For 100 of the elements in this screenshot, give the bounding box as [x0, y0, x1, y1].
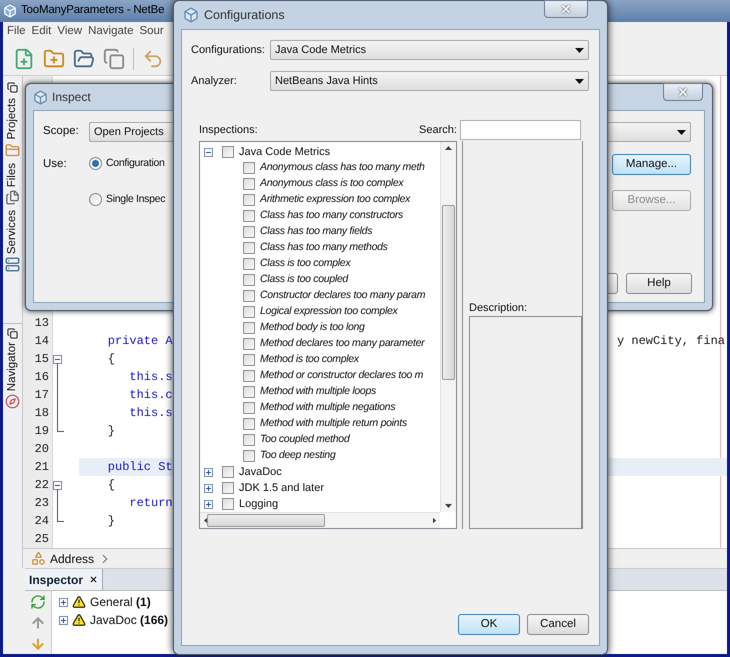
panel-tab[interactable]: Inspector: [25, 569, 104, 590]
radio-label[interactable]: Single Inspec: [106, 192, 166, 208]
code-line: public St: [106, 459, 173, 476]
side-tab[interactable]: Files: [4, 162, 22, 187]
close-icon[interactable]: [89, 575, 98, 584]
new-file-icon[interactable]: [13, 48, 35, 70]
checkbox[interactable]: [222, 482, 234, 494]
checkbox[interactable]: [243, 322, 255, 334]
checkbox[interactable]: [222, 466, 234, 478]
tree-item[interactable]: Method or constructor declares too m: [260, 368, 424, 384]
dialog-button[interactable]: Manage...: [612, 154, 691, 175]
checkbox[interactable]: [243, 306, 255, 318]
scroll-up-icon[interactable]: [445, 146, 452, 150]
analyzer-dropdown[interactable]: NetBeans Java Hints: [270, 71, 589, 91]
tree-item[interactable]: Too deep nesting: [260, 448, 336, 464]
checkbox[interactable]: [243, 370, 255, 382]
checkbox[interactable]: [243, 338, 255, 350]
refresh-icon[interactable]: [30, 594, 46, 610]
expand-icon[interactable]: [59, 598, 68, 606]
collapse-icon[interactable]: [53, 480, 62, 490]
checkbox[interactable]: [243, 258, 255, 270]
close-button[interactable]: [544, 0, 588, 18]
radio-button[interactable]: [89, 193, 102, 206]
checkbox[interactable]: [243, 194, 255, 206]
scrollbar[interactable]: [200, 512, 440, 528]
dialog-button[interactable]: OK: [458, 614, 520, 635]
side-tab[interactable]: Projects: [4, 98, 22, 140]
menu-item[interactable]: View: [57, 23, 82, 41]
checkbox[interactable]: [243, 354, 255, 366]
tree-item[interactable]: Class has too many fields: [260, 224, 372, 240]
scroll-right-icon[interactable]: [432, 517, 436, 524]
checkbox[interactable]: [243, 290, 255, 302]
menu-item[interactable]: Sour: [139, 23, 164, 41]
close-button[interactable]: [663, 83, 703, 101]
tree-item[interactable]: Class has too many methods: [260, 240, 388, 256]
checkbox[interactable]: [243, 162, 255, 174]
breadcrumb[interactable]: Address: [50, 550, 94, 568]
configuration-dropdown[interactable]: Java Code Metrics: [270, 40, 589, 60]
tree-item[interactable]: Method with multiple return points: [260, 416, 407, 432]
checkbox[interactable]: [243, 386, 255, 398]
menu-item[interactable]: File: [7, 23, 26, 41]
radio-label[interactable]: Configuration: [106, 156, 165, 172]
expand-icon[interactable]: [59, 616, 68, 624]
tree-item[interactable]: JDK 1.5 and later: [239, 480, 324, 496]
scrollbar[interactable]: [440, 142, 456, 512]
help-button[interactable]: Help: [626, 273, 692, 294]
checkbox[interactable]: [243, 274, 255, 286]
radio-button[interactable]: [89, 157, 102, 170]
tree-item[interactable]: Java Code Metrics: [239, 144, 330, 160]
checkbox[interactable]: [243, 242, 255, 254]
tree-item[interactable]: Class has too many constructors: [260, 208, 404, 224]
menu-item[interactable]: Navigate: [88, 23, 134, 41]
undo-icon[interactable]: [142, 48, 164, 70]
tree-item[interactable]: JavaDoc: [239, 464, 282, 480]
checkbox[interactable]: [243, 418, 255, 430]
tree-item[interactable]: Logical expression too complex: [260, 304, 398, 320]
dialog-button[interactable]: Cancel: [527, 614, 589, 635]
tree-item[interactable]: JavaDoc (166): [90, 611, 168, 629]
side-tab[interactable]: Services: [4, 210, 22, 254]
tree-item[interactable]: Arithmetic expression too complex: [260, 192, 410, 208]
tree-item[interactable]: General (1): [90, 593, 151, 611]
checkbox[interactable]: [243, 178, 255, 190]
tree-item[interactable]: Constructor declares too many param: [260, 288, 426, 304]
scroll-down-icon[interactable]: [445, 504, 452, 508]
restore-icon[interactable]: [7, 328, 18, 339]
folder-icon: [5, 142, 20, 158]
tree-item[interactable]: Method with multiple negations: [260, 400, 396, 416]
field-label: Configurations:: [191, 42, 266, 58]
open-folder-icon[interactable]: [73, 48, 95, 70]
tree-item[interactable]: Method is too complex: [260, 352, 359, 368]
restore-icon[interactable]: [7, 82, 18, 93]
tree-item[interactable]: Class is too coupled: [260, 272, 348, 288]
collapse-icon[interactable]: [53, 354, 62, 364]
checkbox[interactable]: [222, 498, 234, 510]
tree-item[interactable]: Class is too complex: [260, 256, 350, 272]
caret-icon: [677, 130, 686, 134]
expand-icon[interactable]: [204, 500, 213, 508]
tree-item[interactable]: Method declares too many parameter: [260, 336, 424, 352]
tree-item[interactable]: Logging: [239, 496, 278, 512]
stacked-windows-icon[interactable]: [103, 48, 125, 70]
new-folder-icon[interactable]: [43, 48, 65, 70]
side-tab[interactable]: Navigator: [4, 342, 22, 392]
checkbox[interactable]: [243, 434, 255, 446]
checkbox[interactable]: [243, 226, 255, 238]
tree-item[interactable]: Method with multiple loops: [260, 384, 376, 400]
checkbox[interactable]: [222, 146, 234, 158]
menu-item[interactable]: Edit: [32, 23, 52, 41]
checkbox[interactable]: [243, 450, 255, 462]
collapse-icon[interactable]: [204, 148, 213, 156]
tree-item[interactable]: Anonymous class has too many meth: [260, 160, 425, 176]
checkbox[interactable]: [243, 210, 255, 222]
expand-icon[interactable]: [204, 484, 213, 492]
code-line: return: [128, 495, 173, 512]
tree-item[interactable]: Method body is too long: [260, 320, 365, 336]
expand-icon[interactable]: [204, 468, 213, 476]
search-field[interactable]: [460, 120, 581, 140]
checkbox[interactable]: [243, 402, 255, 414]
line-number: 19: [34, 423, 50, 440]
tree-item[interactable]: Too coupled method: [260, 432, 350, 448]
tree-item[interactable]: Anonymous class is too complex: [260, 176, 404, 192]
